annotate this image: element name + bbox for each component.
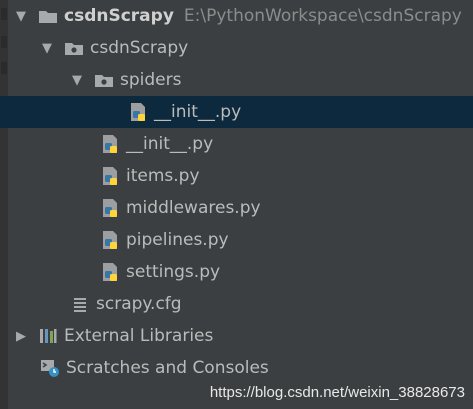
tree-row-external-libraries[interactable]: ▶ External Libraries (0, 320, 473, 352)
python-file-icon (100, 134, 120, 154)
tree-row-file-init[interactable]: __init__.py (0, 128, 473, 160)
chevron-down-icon[interactable]: ▼ (14, 9, 28, 24)
chevron-right-icon[interactable]: ▶ (14, 329, 28, 344)
file-label: settings.py (126, 262, 221, 282)
tree-row-file-items[interactable]: items.py (0, 160, 473, 192)
file-label: __init__.py (126, 134, 214, 154)
project-path: E:\PythonWorkspace\csdnScrapy (183, 6, 462, 26)
python-file-icon (100, 230, 120, 250)
config-file-icon (70, 294, 90, 314)
scratches-icon (40, 358, 60, 378)
package-folder-icon (64, 38, 84, 58)
package-folder-icon (94, 70, 114, 90)
tree-row-file-middlewares[interactable]: middlewares.py (0, 192, 473, 224)
file-label: __init__.py (154, 102, 242, 122)
folder-icon (38, 6, 58, 26)
file-label: items.py (126, 166, 200, 186)
tree-row-package-spiders[interactable]: ▼ spiders (0, 64, 473, 96)
python-file-icon (100, 198, 120, 218)
package-label: csdnScrapy (90, 38, 189, 58)
file-label: middlewares.py (126, 198, 261, 218)
project-name: csdnScrapy (64, 6, 174, 26)
python-file-icon (128, 102, 148, 122)
spiders-label: spiders (120, 70, 182, 90)
external-libraries-label: External Libraries (64, 326, 214, 346)
file-label: scrapy.cfg (96, 294, 182, 314)
scratches-label: Scratches and Consoles (66, 358, 269, 378)
chevron-down-icon[interactable]: ▼ (70, 73, 84, 88)
tree-row-file-scrapy-cfg[interactable]: scrapy.cfg (0, 288, 473, 320)
tree-row-file-pipelines[interactable]: pipelines.py (0, 224, 473, 256)
chevron-down-icon[interactable]: ▼ (40, 41, 54, 56)
tree-row-file-settings[interactable]: settings.py (0, 256, 473, 288)
file-label: pipelines.py (126, 230, 229, 250)
tree-row-scratches[interactable]: Scratches and Consoles (0, 352, 473, 384)
tree-row-file-spiders-init[interactable]: __init__.py (0, 96, 473, 128)
libraries-icon (38, 326, 58, 346)
python-file-icon (100, 166, 120, 186)
python-file-icon (100, 262, 120, 282)
watermark-url: https://blog.csdn.net/weixin_38828673 (209, 384, 465, 401)
tree-row-project-root[interactable]: ▼ csdnScrapy E:\PythonWorkspace\csdnScra… (0, 0, 473, 32)
tree-row-package-csdnscrapy[interactable]: ▼ csdnScrapy (0, 32, 473, 64)
